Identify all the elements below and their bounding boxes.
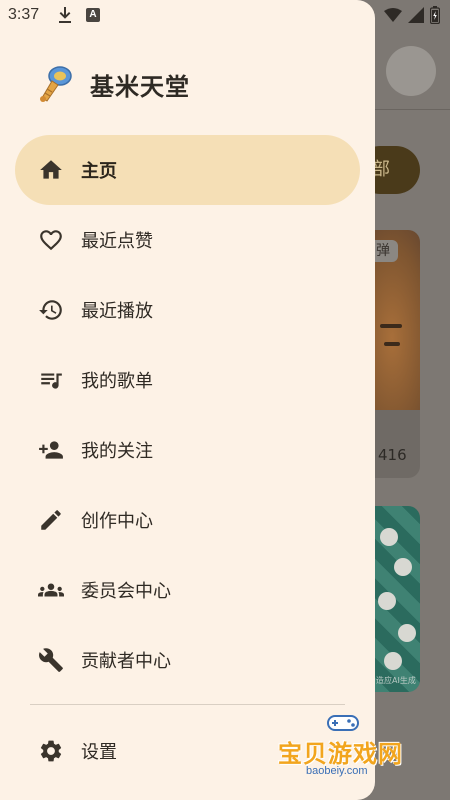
- gamepad-icon: [327, 715, 359, 731]
- nav-item-label: 我的关注: [81, 441, 153, 462]
- view-count: 416: [378, 446, 407, 464]
- nav-item-recent-likes[interactable]: 最近点赞: [15, 205, 360, 275]
- app-title: 基米天堂: [90, 72, 190, 101]
- wrench-icon: [38, 647, 64, 673]
- status-time: 3:37: [8, 6, 40, 23]
- watermark: 宝贝游戏网 baobeiy.com: [278, 708, 428, 788]
- drawer-header: 基米天堂: [36, 64, 190, 104]
- gear-icon: [38, 738, 64, 764]
- status-indicators: [384, 6, 440, 24]
- nav-item-label: 委员会中心: [81, 581, 171, 602]
- heart-icon: [38, 227, 64, 253]
- nav-item-label: 主页: [81, 161, 117, 182]
- nav-item-label: 我的歌单: [81, 371, 153, 392]
- gift-logo-icon: [40, 66, 72, 102]
- group-icon: [38, 577, 64, 603]
- download-icon: [59, 7, 71, 23]
- history-icon: [38, 297, 64, 323]
- pencil-icon: [38, 507, 64, 533]
- navigation-drawer: 基米天堂 主页 最近点赞 最近播放 我的歌单 我的关注 创作中心 委员会中心 贡…: [0, 0, 375, 800]
- nav-item-label: 最近点赞: [81, 231, 153, 252]
- nav-item-committee-center[interactable]: 委员会中心: [15, 555, 360, 625]
- person-add-icon: [38, 437, 64, 463]
- nav-item-creator-center[interactable]: 创作中心: [15, 485, 360, 555]
- a-badge-icon: A: [86, 8, 100, 22]
- nav-item-label: 最近播放: [81, 301, 153, 322]
- nav-item-label: 创作中心: [81, 511, 153, 532]
- watermark-text: 宝贝游戏网: [278, 740, 403, 768]
- nav-item-label: 贡献者中心: [81, 651, 171, 672]
- wifi-icon: [384, 8, 402, 22]
- nav-item-my-follows[interactable]: 我的关注: [15, 415, 360, 485]
- nav-item-contributor-center[interactable]: 贡献者中心: [15, 625, 360, 695]
- playlist-icon: [38, 367, 64, 393]
- battery-icon: [430, 6, 440, 24]
- thumbnail-caption: 造应AI生成: [376, 676, 416, 685]
- drawer-divider: [30, 704, 345, 705]
- nav-item-my-playlists[interactable]: 我的歌单: [15, 345, 360, 415]
- nav-item-label: 设置: [81, 742, 117, 763]
- avatar: [386, 46, 436, 96]
- signal-icon: [408, 7, 424, 23]
- nav-item-home[interactable]: 主页: [15, 135, 360, 205]
- watermark-domain: baobeiy.com: [306, 765, 368, 777]
- nav-list: 主页 最近点赞 最近播放 我的歌单 我的关注 创作中心 委员会中心 贡献者中心: [15, 135, 360, 695]
- nav-item-recent-played[interactable]: 最近播放: [15, 275, 360, 345]
- home-icon: [38, 157, 64, 183]
- status-bar: 3:37 A: [0, 0, 450, 32]
